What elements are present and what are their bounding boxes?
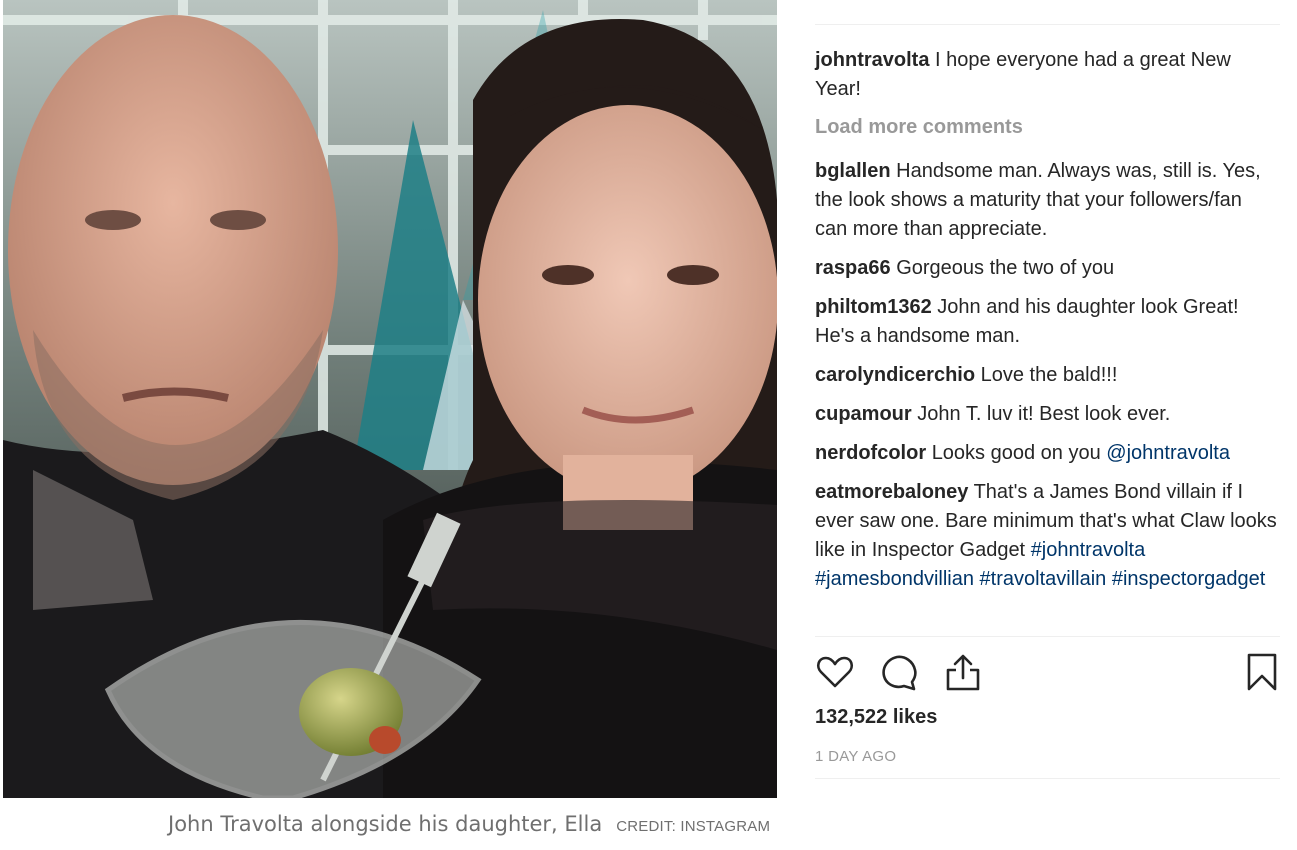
like-button[interactable] [815,652,855,694]
actions-divider [815,636,1280,637]
comment-username[interactable]: philtom1362 [815,296,932,318]
comment-text: Looks good on you [931,442,1107,464]
comment-item: bglallen Handsome man. Always was, still… [815,157,1277,244]
comment-username[interactable]: eatmorebaloney [815,481,968,503]
heart-icon [816,656,854,688]
comment-username[interactable]: nerdofcolor [815,442,926,464]
caption-text: John Travolta alongside his daughter, El… [168,812,603,836]
comments-panel: johntravolta I hope everyone had a great… [815,0,1280,798]
post-timestamp: 1 DAY AGO [815,748,897,765]
comment-text: John T. luv it! Best look ever. [917,403,1171,425]
comment-hashtag-link[interactable]: @johntravolta [1106,442,1230,464]
comment-hashtag-link[interactable]: #jamesbondvillian [815,568,974,590]
comment-item: raspa66 Gorgeous the two of you [815,254,1277,283]
comment-item: cupamour John T. luv it! Best look ever. [815,400,1277,429]
action-bar [815,652,1280,694]
comment-button[interactable] [879,652,919,694]
comment-text: Gorgeous the two of you [896,257,1115,279]
photo-caption: John Travolta alongside his daughter, El… [168,812,770,842]
comment-username[interactable]: raspa66 [815,257,891,279]
post-caption: johntravolta I hope everyone had a great… [815,46,1277,104]
bottom-divider [815,778,1280,779]
share-button[interactable] [943,652,983,694]
caption-credit: CREDIT: INSTAGRAM [616,818,771,835]
comment-list: bglallen Handsome man. Always was, still… [815,157,1277,635]
save-button[interactable] [1242,652,1282,694]
comment-hashtag-link[interactable]: #inspectorgadget [1112,568,1265,590]
load-more-comments-button[interactable]: Load more comments [815,116,1023,139]
post-photo [3,0,777,798]
post-author[interactable]: johntravolta [815,49,929,71]
comment-item: philtom1362 John and his daughter look G… [815,293,1277,351]
share-icon [946,654,980,691]
bookmark-icon [1247,653,1277,691]
comment-text: Love the bald!!! [980,364,1118,386]
comment-item: nerdofcolor Looks good on you @johntravo… [815,439,1277,468]
comment-icon [882,655,917,691]
top-divider [815,24,1280,25]
comment-username[interactable]: carolyndicerchio [815,364,975,386]
comment-hashtag-link[interactable]: #johntravolta [1031,539,1146,561]
comment-hashtag-link[interactable]: #travoltavillain [980,568,1107,590]
photo-illustration [3,0,777,798]
comment-username[interactable]: cupamour [815,403,912,425]
comment-item: eatmorebaloney That's a James Bond villa… [815,478,1277,594]
comment-item: carolyndicerchio Love the bald!!! [815,361,1277,390]
likes-count[interactable]: 132,522 likes [815,706,937,729]
comment-username[interactable]: bglallen [815,160,891,182]
